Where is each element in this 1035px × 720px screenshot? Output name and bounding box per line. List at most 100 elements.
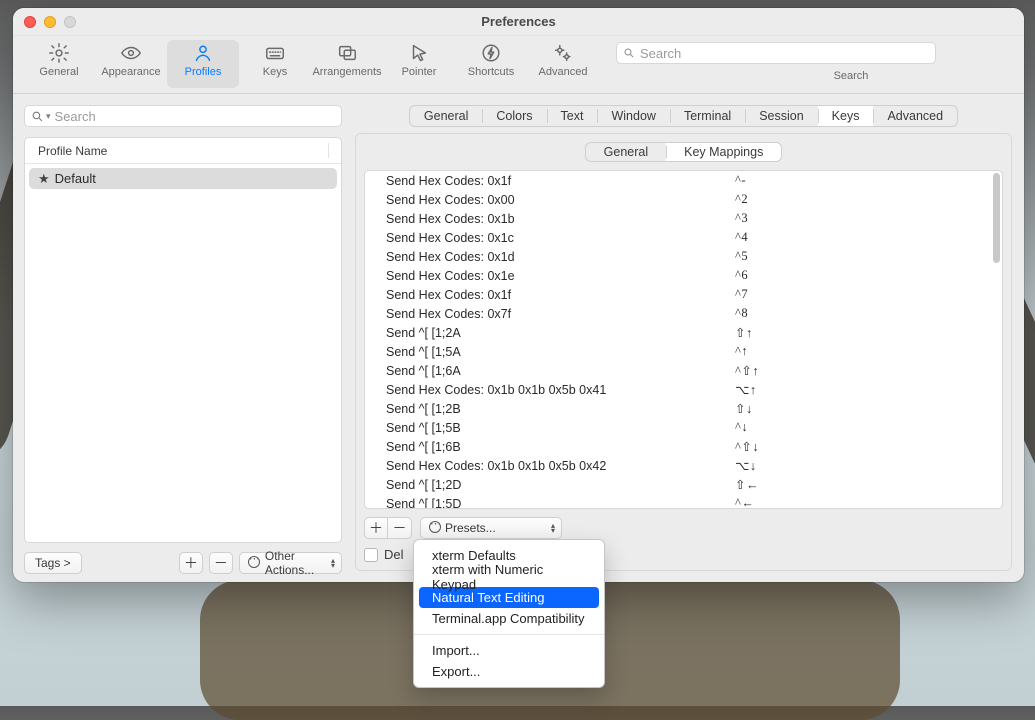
other-actions-dropdown[interactable]: Other Actions... ▴▾ (239, 552, 342, 574)
key-mapping-shortcut: ^↑ (735, 344, 855, 359)
toolbar-general[interactable]: General (23, 40, 95, 88)
subtab-key-mappings[interactable]: Key Mappings (666, 143, 781, 161)
tab-general[interactable]: General (410, 106, 482, 126)
key-mapping-shortcut: ⌥↓ (735, 458, 855, 474)
key-mappings-table[interactable]: Send Hex Codes: 0x1f^-Send Hex Codes: 0x… (364, 170, 1003, 509)
key-mapping-row[interactable]: Send ^[ [1;6B^⇧↓ (365, 437, 1002, 456)
key-mapping-row[interactable]: Send ^[ [1;6A^⇧↑ (365, 361, 1002, 380)
chevron-updown-icon: ▴▾ (551, 523, 555, 533)
key-mapping-shortcut: ^3 (735, 211, 855, 226)
ellipsis-circle-icon (429, 521, 441, 536)
key-mapping-shortcut: ⇧↑ (735, 325, 855, 341)
eye-icon (120, 42, 142, 64)
remove-mapping-button[interactable]: － (388, 517, 412, 539)
key-mapping-shortcut: ^6 (735, 268, 855, 283)
scrollbar-thumb[interactable] (993, 173, 1000, 263)
tags-button[interactable]: Tags > (24, 552, 82, 574)
profiles-search-input[interactable]: ▾ Search (24, 105, 342, 127)
profile-name: Default (55, 171, 96, 186)
search-icon (623, 47, 635, 59)
key-mapping-row[interactable]: Send Hex Codes: 0x1b 0x1b 0x5b 0x42⌥↓ (365, 456, 1002, 475)
key-mapping-row[interactable]: Send ^[ [1;5B^↓ (365, 418, 1002, 437)
key-mapping-action: Send ^[ [1;5A (386, 345, 735, 359)
toolbar-search-label: Search (691, 70, 1011, 82)
tab-keys[interactable]: Keys (818, 106, 874, 126)
key-mapping-action: Send Hex Codes: 0x1f (386, 174, 735, 188)
menu-item-xterm-with-numeric-keypad[interactable]: xterm with Numeric Keypad (419, 566, 599, 587)
checkbox-icon (364, 548, 378, 562)
key-mapping-row[interactable]: Send Hex Codes: 0x1b^3 (365, 209, 1002, 228)
key-mapping-action: Send ^[ [1;2D (386, 478, 735, 492)
toolbar-pointer[interactable]: Pointer (383, 40, 455, 88)
key-mapping-action: Send ^[ [1;5B (386, 421, 735, 435)
key-mapping-action: Send Hex Codes: 0x1b 0x1b 0x5b 0x41 (386, 383, 735, 397)
menu-separator (414, 634, 604, 635)
column-resize-handle[interactable] (328, 143, 329, 158)
key-mapping-row[interactable]: Send Hex Codes: 0x1f^- (365, 171, 1002, 190)
key-mapping-row[interactable]: Send Hex Codes: 0x1d^5 (365, 247, 1002, 266)
tab-colors[interactable]: Colors (482, 106, 546, 126)
menu-item-export[interactable]: Export... (419, 661, 599, 682)
minus-icon: － (393, 518, 407, 538)
toolbar-arrangements[interactable]: Arrangements (311, 40, 383, 88)
toolbar-shortcuts[interactable]: Shortcuts (455, 40, 527, 88)
toolbar-keys[interactable]: Keys (239, 40, 311, 88)
star-icon: ★ (38, 171, 50, 187)
add-mapping-button[interactable]: ＋ (364, 517, 388, 539)
tab-advanced[interactable]: Advanced (873, 106, 957, 126)
key-mapping-row[interactable]: Send Hex Codes: 0x1c^4 (365, 228, 1002, 247)
chevron-updown-icon: ▴▾ (331, 558, 335, 568)
toolbar-search-input[interactable]: Search (616, 42, 936, 64)
tab-window[interactable]: Window (597, 106, 669, 126)
key-mapping-action: Send Hex Codes: 0x1e (386, 269, 735, 283)
key-mapping-row[interactable]: Send Hex Codes: 0x7f^8 (365, 304, 1002, 323)
presets-menu: xterm Defaultsxterm with Numeric KeypadN… (413, 539, 605, 688)
key-mapping-row[interactable]: Send ^[ [1;5D^← (365, 494, 1002, 508)
profiles-list-box: Profile Name ★ Default (24, 137, 342, 543)
window-title: Preferences (13, 14, 1024, 29)
titlebar: Preferences (13, 8, 1024, 36)
key-mapping-shortcut: ^↓ (735, 420, 855, 435)
tab-session[interactable]: Session (745, 106, 817, 126)
key-mapping-row[interactable]: Send ^[ [1;2B⇧↓ (365, 399, 1002, 418)
key-mapping-action: Send ^[ [1;2A (386, 326, 735, 340)
plus-icon: ＋ (369, 518, 383, 538)
key-mapping-action: Send ^[ [1;6B (386, 440, 735, 454)
remove-profile-button[interactable]: － (209, 552, 233, 574)
profile-row[interactable]: ★ Default (29, 168, 337, 189)
key-mapping-row[interactable]: Send Hex Codes: 0x1b 0x1b 0x5b 0x41⌥↑ (365, 380, 1002, 399)
chevron-down-icon: ▾ (46, 111, 51, 122)
key-mapping-shortcut: ^5 (735, 249, 855, 264)
windows-icon (336, 42, 358, 64)
key-mapping-shortcut: ⇧← (735, 477, 855, 493)
toolbar-advanced[interactable]: Advanced (527, 40, 599, 88)
tab-text[interactable]: Text (547, 106, 598, 126)
gear-icon (48, 42, 70, 64)
key-mapping-shortcut: ^7 (735, 287, 855, 302)
key-mapping-row[interactable]: Send ^[ [1;2D⇧← (365, 475, 1002, 494)
tab-terminal[interactable]: Terminal (670, 106, 745, 126)
key-mapping-action: Send Hex Codes: 0x1b (386, 212, 735, 226)
toolbar-appearance[interactable]: Appearance (95, 40, 167, 88)
presets-dropdown[interactable]: Presets... ▴▾ (420, 517, 562, 539)
profiles-header[interactable]: Profile Name (25, 138, 341, 164)
plus-icon: ＋ (184, 553, 198, 573)
subtab-general[interactable]: General (586, 143, 666, 161)
menu-item-import[interactable]: Import... (419, 640, 599, 661)
toolbar-profiles[interactable]: Profiles (167, 40, 239, 88)
key-mapping-shortcut: ^⇧↑ (735, 363, 855, 379)
key-mapping-row[interactable]: Send ^[ [1;5A^↑ (365, 342, 1002, 361)
keyboard-icon (264, 42, 286, 64)
key-mapping-shortcut: ^4 (735, 230, 855, 245)
keys-subtabs: GeneralKey Mappings (585, 142, 783, 162)
menu-item-terminal-app-compatibility[interactable]: Terminal.app Compatibility (419, 608, 599, 629)
ellipsis-circle-icon (248, 556, 260, 571)
key-mapping-action: Send ^[ [1;6A (386, 364, 735, 378)
key-mapping-row[interactable]: Send Hex Codes: 0x00^2 (365, 190, 1002, 209)
key-mapping-row[interactable]: Send ^[ [1;2A⇧↑ (365, 323, 1002, 342)
key-mapping-action: Send ^[ [1;5D (386, 497, 735, 509)
key-mapping-row[interactable]: Send Hex Codes: 0x1f^7 (365, 285, 1002, 304)
add-profile-button[interactable]: ＋ (179, 552, 203, 574)
profile-settings: GeneralColorsTextWindowTerminalSessionKe… (353, 94, 1024, 582)
key-mapping-row[interactable]: Send Hex Codes: 0x1e^6 (365, 266, 1002, 285)
